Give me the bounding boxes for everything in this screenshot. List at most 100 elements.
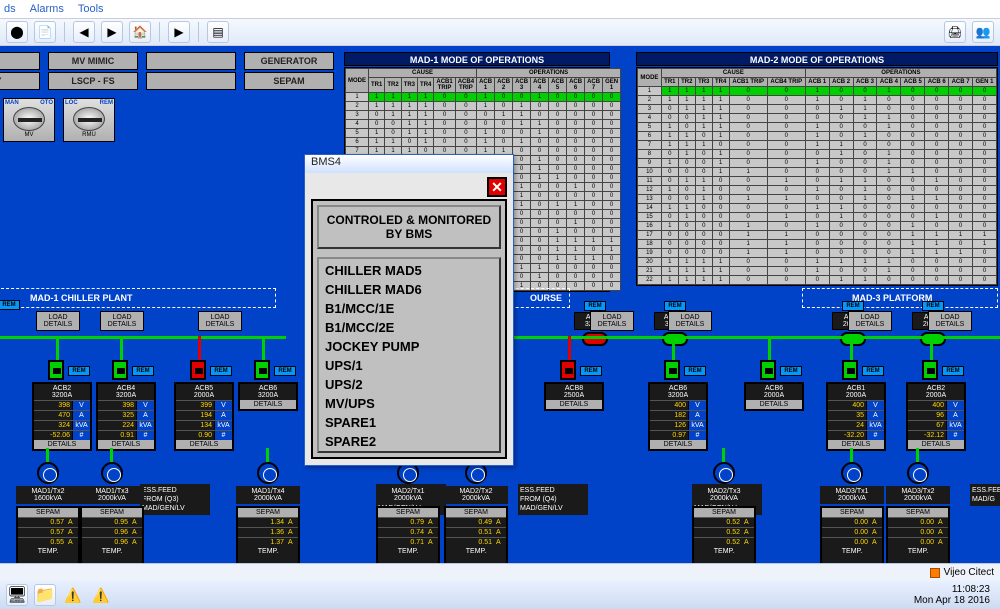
bms-list-item[interactable]: SPARE2 — [325, 432, 493, 451]
menu-item[interactable]: Tools — [78, 3, 104, 15]
menu-item[interactable]: Alarms — [30, 3, 64, 15]
transformer-icon — [841, 462, 863, 484]
details-button[interactable]: DETAILS — [828, 440, 884, 449]
nav-button-mv-mimic[interactable]: MV MIMIC — [48, 52, 138, 70]
knob-icon — [13, 107, 45, 131]
load-details-button[interactable]: LOAD DETAILS — [848, 311, 892, 331]
back-button[interactable]: ◀ — [73, 21, 95, 43]
breaker-icon — [254, 360, 270, 380]
breaker-icon — [842, 360, 858, 380]
toolbar-button[interactable]: ▤ — [207, 21, 229, 43]
breaker-icon — [560, 360, 576, 380]
task-button[interactable]: 📁 — [34, 584, 56, 606]
details-button[interactable]: DETAILS — [240, 400, 296, 409]
busbar — [0, 336, 286, 339]
details-button[interactable]: DETAILS — [98, 440, 154, 449]
feeder-drop — [722, 448, 725, 462]
warning-icon[interactable]: ⚠️ — [90, 584, 112, 606]
load-details-button[interactable]: LOAD DETAILS — [100, 311, 144, 331]
breaker[interactable] — [48, 360, 64, 380]
print-button[interactable]: 🖨 — [944, 21, 966, 43]
feeder: MAD2/Tx12000kVA SEPAM 0.79A0.74A0.71A TE… — [376, 462, 440, 568]
menu-item[interactable]: ds — [4, 3, 16, 15]
load-details-button[interactable]: LOAD DETAILS — [668, 311, 712, 331]
feeder-label: MAD1/Tx42000kVA — [236, 486, 300, 504]
details-button[interactable]: DETAILS — [34, 440, 90, 449]
feeder-drop — [850, 448, 853, 462]
breaker[interactable] — [190, 360, 206, 380]
breaker[interactable] — [922, 360, 938, 380]
warning-icon[interactable]: ⚠️ — [62, 584, 84, 606]
dial-rmu[interactable]: LOCREM RMU — [63, 98, 115, 142]
mode-grid-2: MODECAUSEOPERATIONSTR1TR2TR3TR4ACB1 TRIP… — [636, 67, 998, 286]
details-button[interactable]: DETAILS — [176, 440, 232, 449]
bms-list-item[interactable]: SPARE3 — [325, 451, 493, 453]
acb-panel: ACB63200A DETAILS — [238, 382, 298, 411]
breaker-icon[interactable] — [582, 332, 608, 346]
close-icon[interactable]: ✕ — [487, 177, 507, 197]
details-button[interactable]: DETAILS — [546, 400, 602, 409]
load-details-button[interactable]: LOAD DETAILS — [590, 311, 634, 331]
breaker[interactable] — [760, 360, 776, 380]
bms-list-item[interactable]: JOCKEY PUMP — [325, 337, 493, 356]
feeder-label: MAD3/Tx22000kVA — [886, 486, 950, 504]
nav-button-gy[interactable]: GY — [0, 72, 40, 90]
mode-header-1: MAD-1 MODE OF OPERATIONS — [344, 52, 610, 66]
bms-list-item[interactable]: CHILLER MAD6 — [325, 280, 493, 299]
details-button[interactable]: DETAILS — [650, 440, 706, 449]
bms-list-item[interactable]: B1/MCC/1E — [325, 299, 493, 318]
feeder-label: MAD2/Tx22000kVA — [444, 486, 508, 504]
details-button[interactable]: DETAILS — [746, 400, 802, 409]
dial-label: LOC — [65, 100, 78, 106]
users-button[interactable]: 👥 — [972, 21, 994, 43]
nav-button-blank[interactable] — [146, 52, 236, 70]
mode-header-2: MAD-2 MODE OF OPERATIONS — [636, 52, 998, 66]
breaker[interactable] — [664, 360, 680, 380]
breaker[interactable] — [254, 360, 270, 380]
nav-button-generator[interactable]: GENERATOR — [244, 52, 334, 70]
task-button[interactable]: 🖥 — [6, 584, 28, 606]
toolbar-button[interactable]: ⬤ — [6, 21, 28, 43]
toolbar-button[interactable]: ▶ — [168, 21, 190, 43]
clock: 11:08:23 Mon Apr 18 2016 — [914, 584, 994, 606]
home-button[interactable]: 🏠 — [129, 21, 151, 43]
acb-panel: ACB12000A 400V 35A 24kVA -32.20# DETAILS — [826, 382, 886, 451]
transformer-icon — [101, 462, 123, 484]
nav-button-sepam[interactable]: SEPAM — [244, 72, 334, 90]
bms-list-item[interactable]: SPARE1 — [325, 413, 493, 432]
acb-name: ACB52000A — [176, 384, 232, 400]
nav-button-ic[interactable]: IC — [0, 52, 40, 70]
nav-button-blank2[interactable] — [146, 72, 236, 90]
acb-panel: ACB22000A 400V 96A 67kVA -32.12# DETAILS — [906, 382, 966, 451]
bms-list-item[interactable]: B1/MCC/2E — [325, 318, 493, 337]
acb-name: ACB82500A — [546, 384, 602, 400]
load-details-button[interactable]: LOAD DETAILS — [198, 311, 242, 331]
bms-list-item[interactable]: UPS/2 — [325, 375, 493, 394]
breaker-icon[interactable] — [840, 332, 866, 346]
dial-mv[interactable]: MANOTO MV — [3, 98, 55, 142]
feeder-label: MAD1/Tx21600kVA — [16, 486, 80, 504]
acb-name: ACB63200A — [240, 384, 296, 400]
load-details-button[interactable]: LOAD DETAILS — [36, 311, 80, 331]
breaker[interactable] — [112, 360, 128, 380]
ess-feed-label: ESS.FEED MAD/G — [970, 484, 1000, 506]
separator — [198, 22, 199, 42]
feeder: MAD1/Tx32000kVA SEPAM 0.95A0.96A0.96A TE… — [80, 462, 144, 568]
feeder: MAD3/Tx22000kVA SEPAM 0.00A0.00A0.00A TE… — [886, 462, 950, 568]
breaker[interactable] — [842, 360, 858, 380]
breaker-icon[interactable] — [920, 332, 946, 346]
bms-list-item[interactable]: UPS/1 — [325, 356, 493, 375]
toolbar-button[interactable]: 📄 — [34, 21, 56, 43]
bms-list-item[interactable]: MV/UPS — [325, 394, 493, 413]
forward-button[interactable]: ▶ — [101, 21, 123, 43]
load-details-button[interactable]: LOAD DETAILS — [928, 311, 972, 331]
nav-button-lscp[interactable]: LSCP - FS — [48, 72, 138, 90]
app-icon — [930, 568, 940, 578]
popup-inner: CONTROLED & MONITOREDBY BMS CHILLER MAD5… — [311, 199, 507, 459]
breaker[interactable] — [560, 360, 576, 380]
rem-tag: REM — [132, 366, 154, 376]
breaker-icon[interactable] — [662, 332, 688, 346]
bms-list-item[interactable]: CHILLER MAD5 — [325, 261, 493, 280]
acb-name: ACB12000A — [828, 384, 884, 400]
rem-tag: REM — [210, 366, 232, 376]
